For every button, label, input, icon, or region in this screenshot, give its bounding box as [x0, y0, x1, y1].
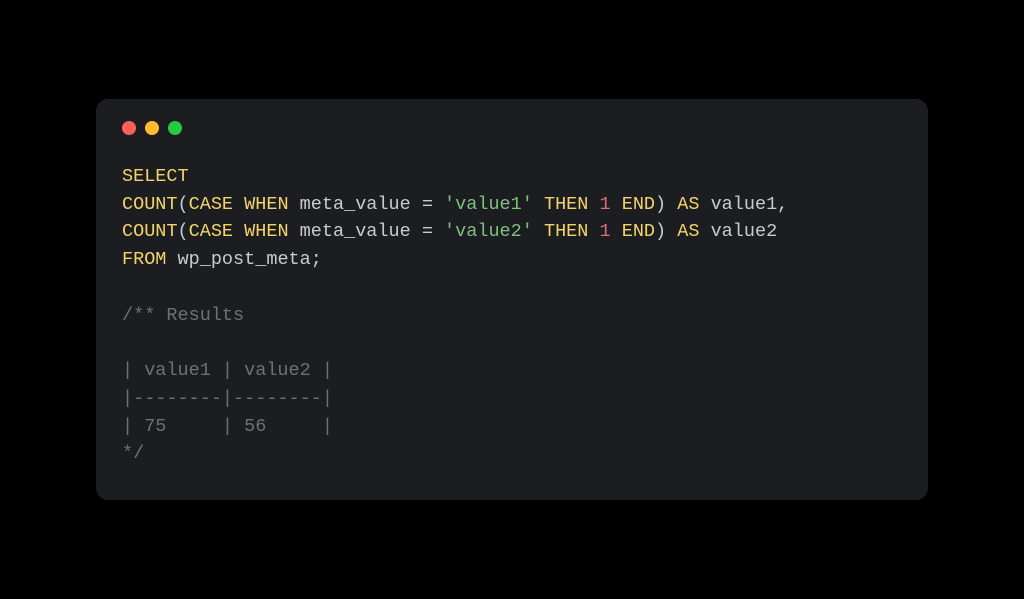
ident-meta-value: meta_value [289, 194, 422, 215]
space [533, 194, 544, 215]
comment-close: */ [122, 443, 144, 464]
kw-from: FROM [122, 249, 166, 270]
kw-case: CASE [189, 194, 233, 215]
alias-value2: value2 [699, 221, 777, 242]
kw-then: THEN [544, 194, 588, 215]
ident-table: wp_post_meta; [166, 249, 321, 270]
space [666, 221, 677, 242]
space [611, 194, 622, 215]
space [666, 194, 677, 215]
kw-select: SELECT [122, 166, 189, 187]
kw-when: WHEN [244, 221, 288, 242]
punct: ) [655, 194, 666, 215]
space [433, 194, 444, 215]
kw-case: CASE [189, 221, 233, 242]
num-1: 1 [600, 194, 611, 215]
op-eq: = [422, 221, 433, 242]
code-block: SELECT COUNT(CASE WHEN meta_value = 'val… [122, 163, 902, 468]
alias-value1: value1, [699, 194, 788, 215]
space [611, 221, 622, 242]
punct: ) [655, 221, 666, 242]
kw-when: WHEN [244, 194, 288, 215]
num-1: 1 [600, 221, 611, 242]
minimize-icon[interactable] [145, 121, 159, 135]
punct: ( [178, 221, 189, 242]
string-value1: 'value1' [444, 194, 533, 215]
space [433, 221, 444, 242]
kw-end: END [622, 194, 655, 215]
string-value2: 'value2' [444, 221, 533, 242]
kw-then: THEN [544, 221, 588, 242]
zoom-icon[interactable] [168, 121, 182, 135]
results-header: | value1 | value2 | [122, 360, 333, 381]
space [588, 194, 599, 215]
space [533, 221, 544, 242]
comment-open: /** Results [122, 305, 244, 326]
code-window: SELECT COUNT(CASE WHEN meta_value = 'val… [96, 99, 928, 500]
kw-count: COUNT [122, 221, 178, 242]
space [588, 221, 599, 242]
traffic-lights [122, 121, 902, 135]
kw-as: AS [677, 194, 699, 215]
ident-meta-value: meta_value [289, 221, 422, 242]
results-separator: |--------|--------| [122, 388, 333, 409]
op-eq: = [422, 194, 433, 215]
kw-as: AS [677, 221, 699, 242]
kw-count: COUNT [122, 194, 178, 215]
results-row: | 75 | 56 | [122, 416, 333, 437]
close-icon[interactable] [122, 121, 136, 135]
kw-end: END [622, 221, 655, 242]
punct: ( [178, 194, 189, 215]
